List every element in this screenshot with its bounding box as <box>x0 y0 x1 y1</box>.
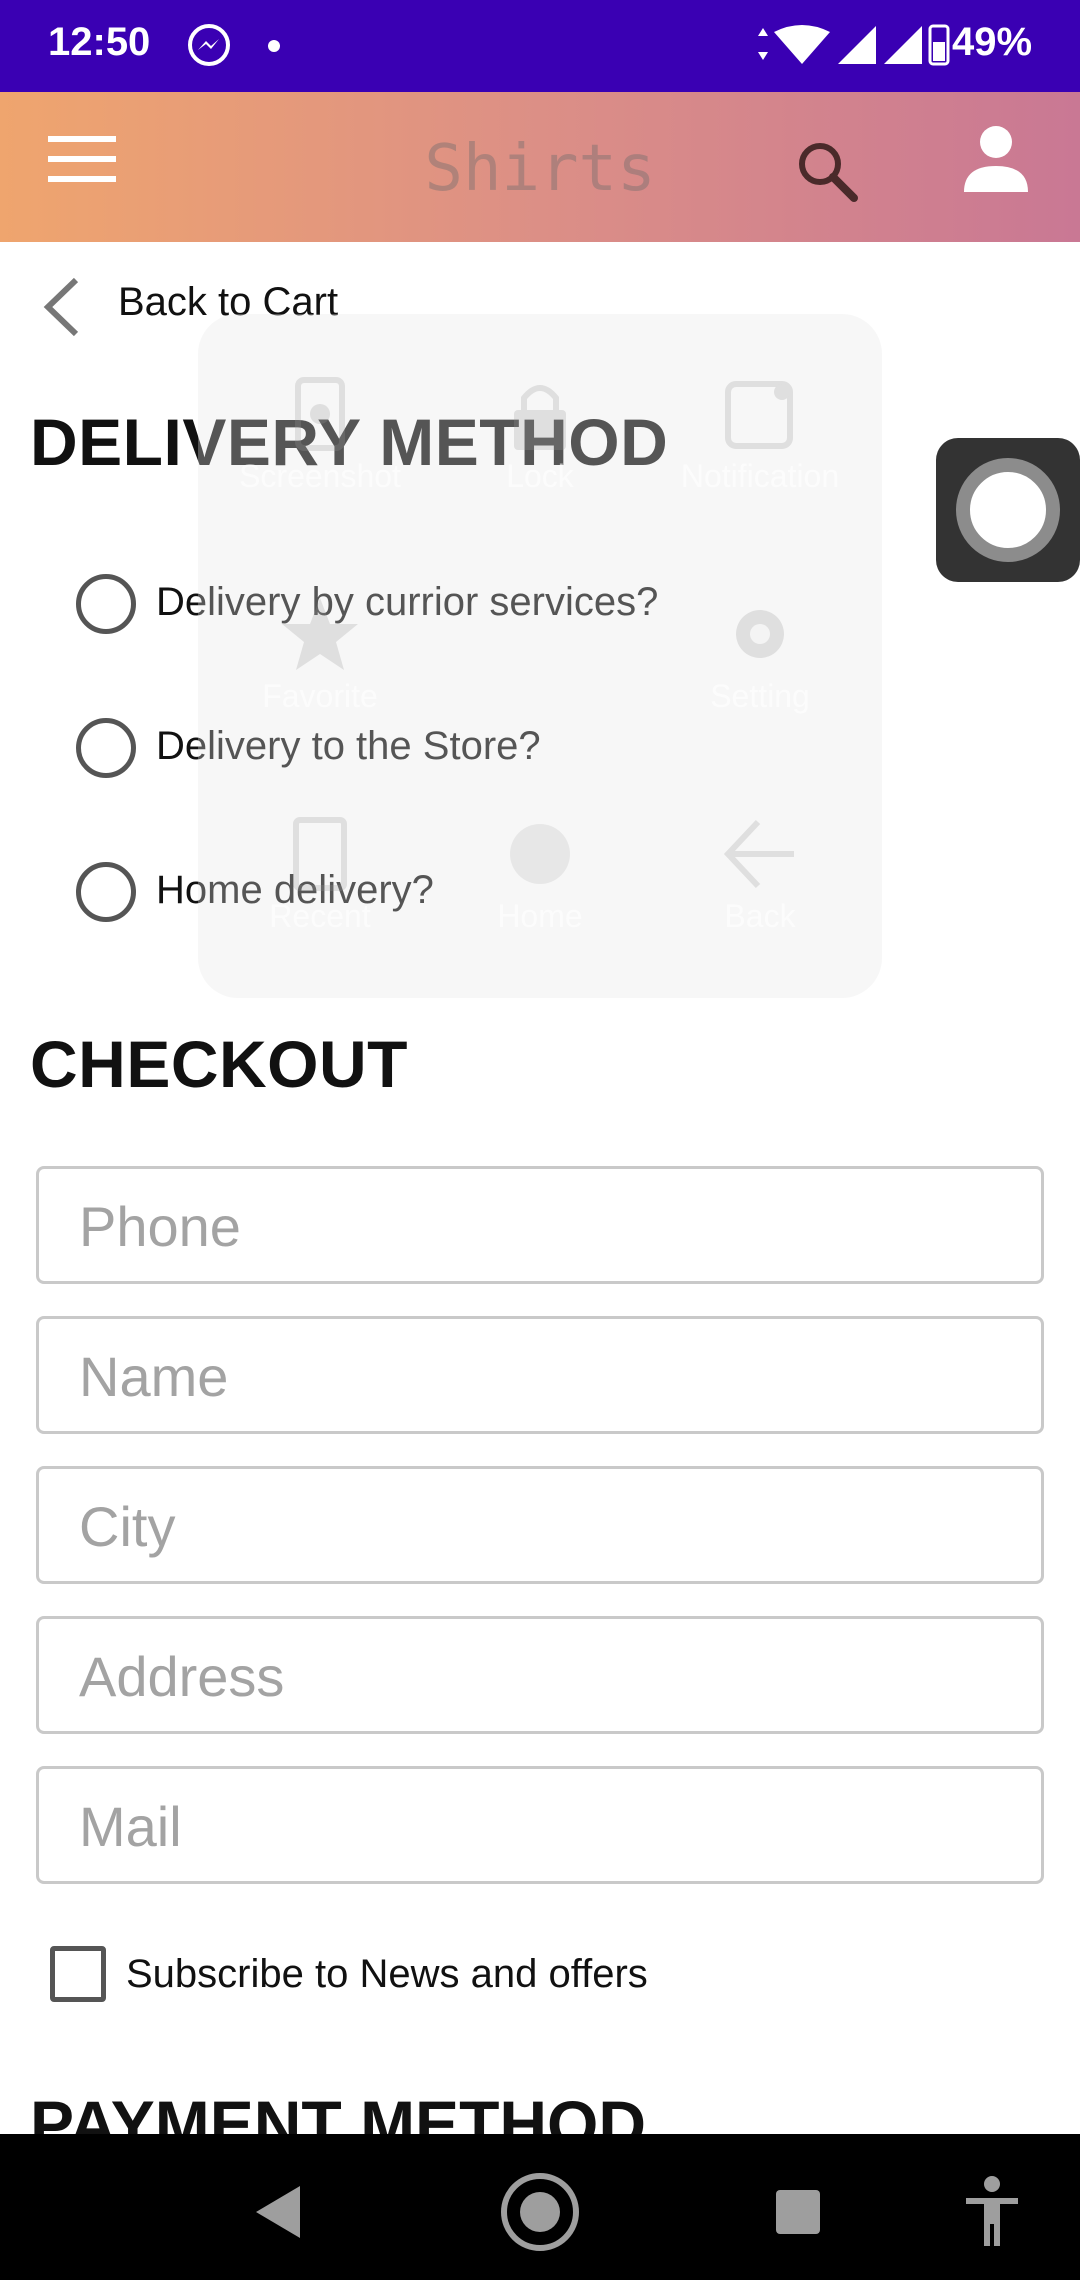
system-nav-bar <box>0 2134 1080 2280</box>
assistive-notification[interactable]: Notification <box>650 334 870 534</box>
assistive-home[interactable]: Home <box>430 774 650 974</box>
gear-icon <box>736 610 784 658</box>
name-input[interactable] <box>79 1343 999 1409</box>
lock-icon <box>514 385 566 450</box>
star-icon <box>282 598 358 670</box>
assistive-screenshot[interactable]: Screenshot <box>210 334 430 534</box>
subscribe-checkbox-row[interactable]: Subscribe to News and offers <box>50 1944 750 2004</box>
assistive-label: Back <box>724 898 796 934</box>
search-icon[interactable] <box>792 136 862 206</box>
notification-dot <box>268 40 280 52</box>
assistive-recent[interactable]: Recent <box>210 774 430 974</box>
profile-icon[interactable] <box>958 122 1034 198</box>
status-icons <box>758 24 950 66</box>
nav-back-icon[interactable] <box>238 2172 318 2252</box>
mail-input[interactable] <box>79 1793 999 1859</box>
app-bar: Shirts <box>0 92 1080 242</box>
name-field[interactable] <box>36 1316 1044 1434</box>
status-time: 12:50 <box>48 20 151 64</box>
assistive-label: Home <box>497 898 583 934</box>
home-icon <box>510 824 570 884</box>
checkout-heading: CHECKOUT <box>30 1027 408 1101</box>
assistive-label: Lock <box>506 458 574 494</box>
subscribe-checkbox[interactable] <box>50 1946 106 2002</box>
notification-icon <box>725 381 793 449</box>
subscribe-label: Subscribe to News and offers <box>126 1952 648 1996</box>
arrow-left-icon <box>723 819 794 889</box>
battery-percent: 49% <box>952 20 1033 64</box>
assistive-setting[interactable]: Setting <box>650 554 870 754</box>
assistive-label: Notification <box>680 458 840 494</box>
nav-home-icon[interactable] <box>500 2172 580 2252</box>
payment-method-heading: PAYMENT METHOD <box>30 2087 647 2134</box>
assistive-label: Screenshot <box>239 458 401 494</box>
status-bar: 12:50 49% <box>0 0 1080 92</box>
city-field[interactable] <box>36 1466 1044 1584</box>
radio-button[interactable] <box>76 574 136 634</box>
payment-section: PAYMENT METHOD <box>0 2080 1080 2134</box>
address-field[interactable] <box>36 1616 1044 1734</box>
screen: 12:50 49% Shirts Back to Cart DELIVERY M… <box>0 0 1080 2280</box>
address-input[interactable] <box>79 1643 999 1709</box>
recent-icon <box>293 817 347 891</box>
city-input[interactable] <box>79 1493 999 1559</box>
nav-recents-icon[interactable] <box>758 2172 838 2252</box>
assistive-ring-icon <box>956 458 1060 562</box>
phone-field[interactable] <box>36 1166 1044 1284</box>
messenger-icon <box>188 24 230 66</box>
screenshot-icon <box>295 377 345 451</box>
mail-field[interactable] <box>36 1766 1044 1884</box>
radio-button[interactable] <box>76 862 136 922</box>
app-title: Shirts <box>424 132 656 206</box>
phone-input[interactable] <box>79 1193 999 1259</box>
assistive-favorite[interactable]: Favorite <box>210 554 430 754</box>
assistive-back[interactable]: Back <box>650 774 870 974</box>
assistive-lock[interactable]: Lock <box>430 334 650 534</box>
assistive-label: Favorite <box>262 678 378 714</box>
radio-button[interactable] <box>76 718 136 778</box>
chevron-left-icon <box>43 277 79 337</box>
assistive-label: Recent <box>269 898 371 934</box>
assistive-touch-button[interactable] <box>936 438 1080 582</box>
assistive-menu-panel: Screenshot Lock Notification Favorite Se… <box>198 314 882 998</box>
assistive-label: Setting <box>710 678 810 714</box>
accessibility-icon[interactable] <box>952 2172 1032 2252</box>
